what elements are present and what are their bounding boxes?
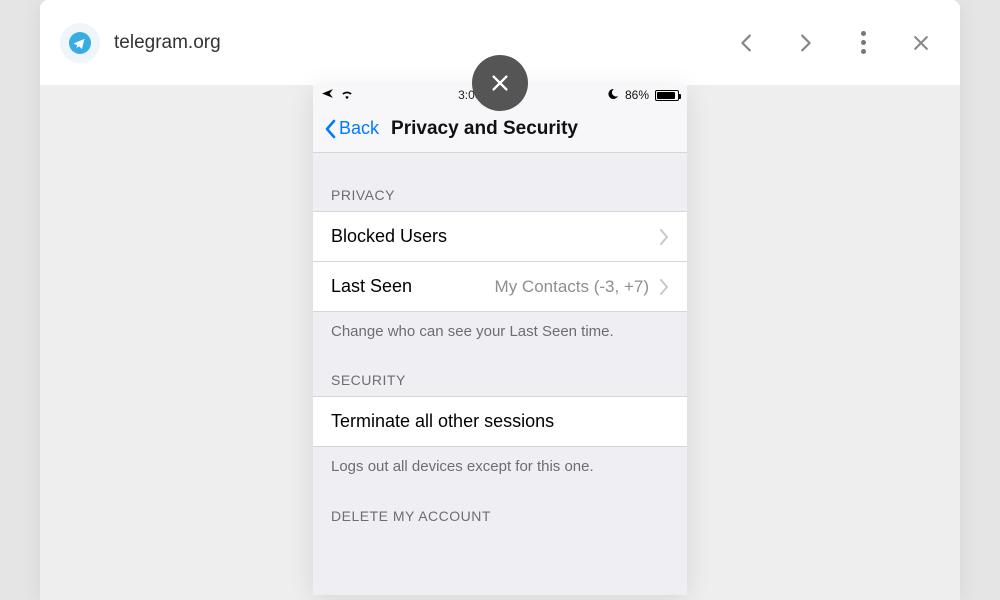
nav-back-button[interactable] [736, 32, 758, 54]
top-actions [736, 32, 940, 54]
section-footer-security: Logs out all devices except for this one… [313, 447, 687, 479]
row-blocked-users[interactable]: Blocked Users [313, 211, 687, 262]
row-label: Terminate all other sessions [331, 411, 554, 432]
back-button[interactable]: Back [323, 118, 379, 139]
page-title: Privacy and Security [391, 118, 578, 140]
chevron-right-icon [659, 229, 669, 245]
row-label: Last Seen [331, 276, 412, 297]
preview-stage: 3:00 PM 86% Back Privacy and Security [40, 85, 960, 600]
row-last-seen[interactable]: Last Seen My Contacts (-3, +7) [313, 262, 687, 312]
back-label: Back [339, 118, 379, 139]
nav-header: Back Privacy and Security [313, 105, 687, 153]
close-overlay-button[interactable] [472, 55, 528, 111]
site-url: telegram.org [114, 32, 221, 54]
section-header-delete: DELETE MY ACCOUNT [313, 480, 687, 532]
moon-icon [607, 88, 619, 103]
battery-percent: 86% [625, 88, 649, 102]
close-modal-button[interactable] [910, 32, 932, 54]
site-chip: telegram.org [60, 23, 221, 63]
wifi-icon [340, 88, 354, 103]
row-label: Blocked Users [331, 226, 447, 247]
row-terminate-sessions[interactable]: Terminate all other sessions [313, 396, 687, 447]
modal-card: telegram.org [40, 0, 960, 600]
chevron-right-icon [659, 279, 669, 295]
telegram-icon [60, 23, 100, 63]
browser-topbar: telegram.org [40, 0, 960, 85]
section-header-security: SECURITY [313, 344, 687, 396]
airplane-mode-icon [321, 87, 334, 103]
section-header-privacy: PRIVACY [313, 153, 687, 211]
nav-forward-button[interactable] [794, 32, 816, 54]
more-menu-button[interactable] [852, 32, 874, 54]
section-footer-privacy: Change who can see your Last Seen time. [313, 312, 687, 344]
row-value: My Contacts (-3, +7) [495, 277, 649, 297]
battery-icon [655, 90, 679, 101]
phone-screen: 3:00 PM 86% Back Privacy and Security [313, 85, 687, 595]
